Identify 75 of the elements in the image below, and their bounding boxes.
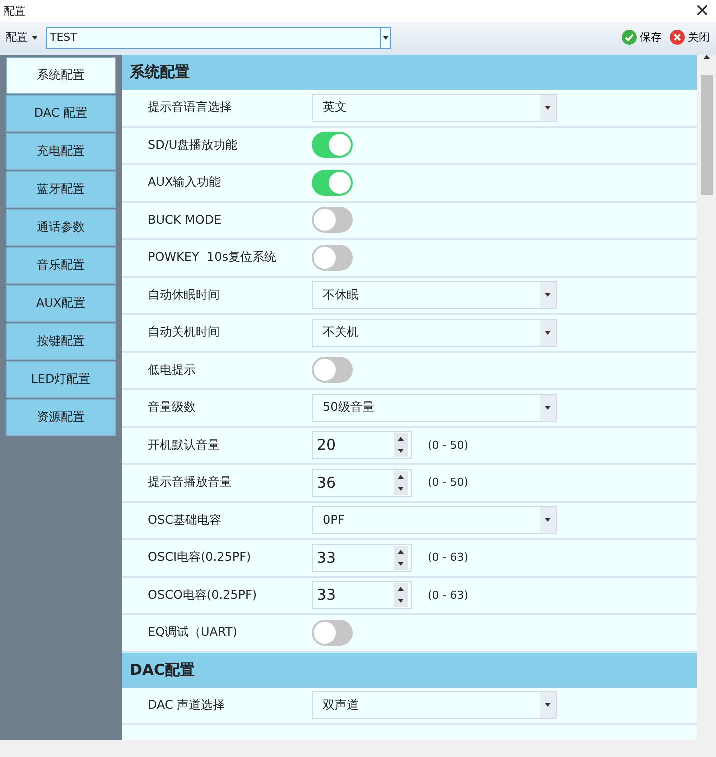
sidebar-item[interactable]: 通话参数 <box>6 209 116 246</box>
range-text: (0 - 63) <box>428 551 469 564</box>
field-label: OSCI电容(0.25PF) <box>148 549 252 566</box>
down-arrow-icon[interactable] <box>398 599 404 604</box>
field-label: 自动关机时间 <box>148 324 221 342</box>
range-text: (0 - 50) <box>428 476 469 490</box>
field-label: OSCO电容(0.25PF) <box>148 586 258 604</box>
dropdown[interactable]: 0PF <box>312 506 557 534</box>
dropdown[interactable]: 英文 <box>312 94 557 122</box>
toggle-switch[interactable] <box>312 207 353 234</box>
number-input[interactable]: 33 <box>312 581 412 610</box>
toggle-switch[interactable] <box>312 132 353 158</box>
section-header: DAC配置 <box>122 652 697 688</box>
number-input[interactable]: 33 <box>312 544 412 572</box>
up-arrow-icon[interactable] <box>398 587 404 592</box>
field-label: 自动休眠时间 <box>148 286 221 304</box>
sidebar-item[interactable]: AUX配置 <box>6 285 116 322</box>
caret-icon <box>545 293 551 298</box>
range-text: (0 - 50) <box>428 438 469 452</box>
sidebar-item[interactable]: 音乐配置 <box>6 247 116 284</box>
dropdown[interactable]: 不关机 <box>312 318 557 347</box>
field-label: 开机默认音量 <box>148 436 221 454</box>
field-label: 低电提示 <box>148 362 197 379</box>
down-arrow-icon[interactable] <box>398 486 404 491</box>
range-text: (0 - 63) <box>428 588 469 602</box>
field-label: AUX输入功能 <box>148 174 222 192</box>
config-dropdown[interactable]: TEST <box>46 26 391 48</box>
sidebar-item[interactable]: 资源配置 <box>6 399 116 436</box>
sidebar-item[interactable]: DAC 配置 <box>6 95 116 132</box>
field-label: EQ调试（UART) <box>148 624 238 642</box>
check-icon <box>622 30 637 45</box>
caret-icon <box>382 36 388 40</box>
down-arrow-icon[interactable] <box>398 449 404 454</box>
caret-icon <box>545 106 551 110</box>
field-label: 提示音语言选择 <box>148 99 233 116</box>
field-label: 提示音播放音量 <box>148 474 233 492</box>
close-icon <box>670 30 685 45</box>
number-input[interactable]: 36 <box>312 468 412 497</box>
field-label: OSC基础电容 <box>148 512 222 529</box>
sidebar-item[interactable]: 系统配置 <box>6 57 116 94</box>
dropdown[interactable]: 不休眠 <box>312 281 557 310</box>
toggle-switch[interactable] <box>312 170 353 196</box>
sidebar-item[interactable]: 蓝牙配置 <box>6 171 116 208</box>
caret-icon <box>545 406 551 410</box>
up-arrow-icon[interactable] <box>398 437 404 442</box>
sidebar-item[interactable]: 充电配置 <box>6 133 116 170</box>
close-button[interactable]: 关闭 <box>668 30 712 45</box>
sidebar-item[interactable]: 按键配置 <box>6 323 116 360</box>
caret-icon <box>32 36 38 40</box>
save-button[interactable]: 保存 <box>620 30 664 45</box>
toggle-switch[interactable] <box>312 620 353 646</box>
toggle-switch[interactable] <box>312 357 353 384</box>
window-title: 配置 <box>4 4 26 18</box>
field-label: 音量级数 <box>148 399 197 416</box>
config-menu[interactable]: 配置 <box>6 30 42 45</box>
section-header: 系统配置 <box>122 55 697 90</box>
down-arrow-icon[interactable] <box>398 562 404 566</box>
dropdown[interactable]: 50级音量 <box>312 394 557 422</box>
caret-icon <box>545 518 551 522</box>
field-label: POWKEY 10s复位系统 <box>148 249 278 266</box>
sidebar-item[interactable]: LED灯配置 <box>6 361 116 398</box>
field-label: SD/U盘播放功能 <box>148 136 239 154</box>
scrollbar-thumb[interactable] <box>700 75 712 195</box>
field-label: BUCK MODE <box>148 213 223 228</box>
scroll-up-icon[interactable] <box>704 55 710 59</box>
caret-icon <box>545 330 551 335</box>
up-arrow-icon[interactable] <box>398 550 404 554</box>
number-input[interactable]: 20 <box>312 431 412 460</box>
field-label: DAC 声道选择 <box>148 696 226 714</box>
dropdown[interactable]: 双声道 <box>312 691 557 720</box>
scrollbar[interactable] <box>697 55 716 740</box>
up-arrow-icon[interactable] <box>398 474 404 479</box>
close-icon[interactable]: × <box>694 2 710 20</box>
toggle-switch[interactable] <box>312 244 353 271</box>
caret-icon <box>545 703 551 708</box>
